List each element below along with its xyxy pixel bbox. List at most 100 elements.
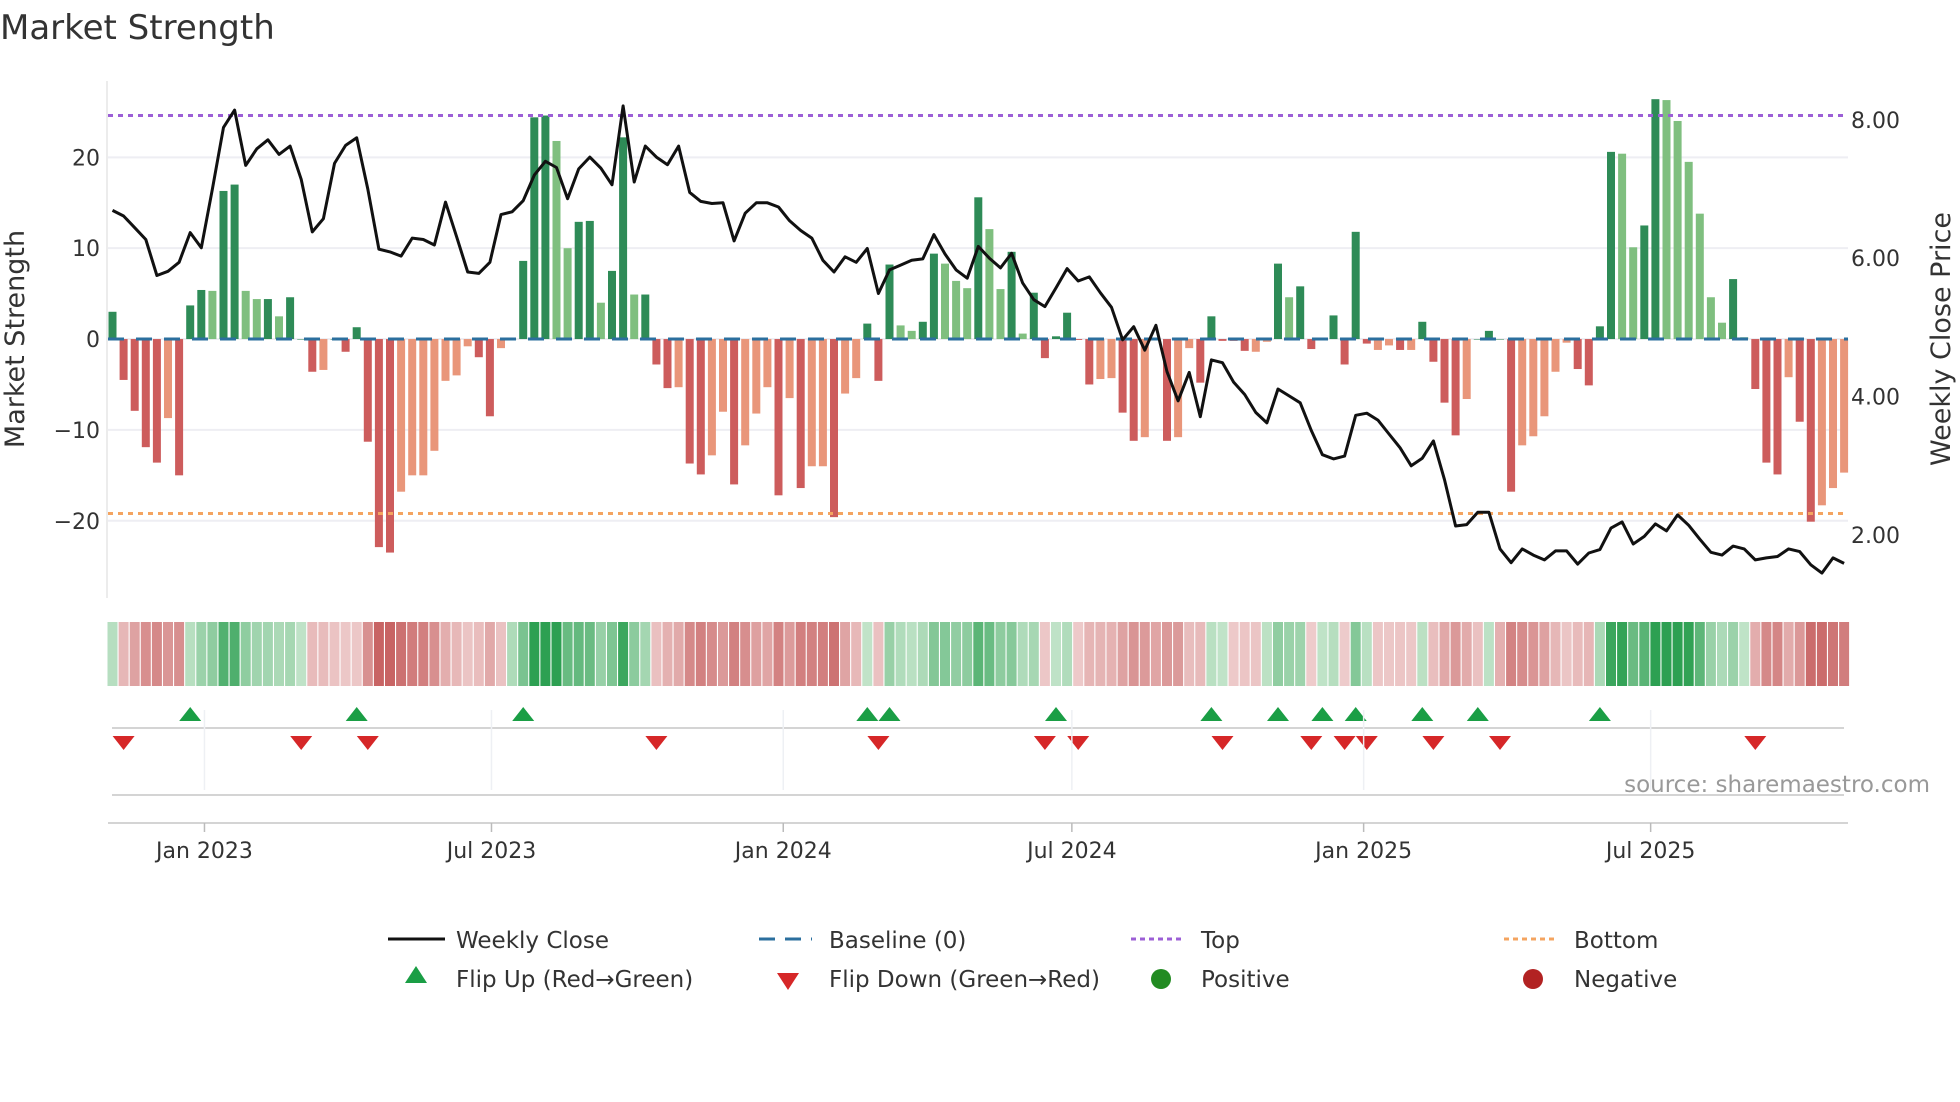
x-tick-label: Jan 2025	[1313, 839, 1412, 864]
strip-cell	[1295, 622, 1306, 686]
strength-bar	[1385, 339, 1393, 346]
y2-tick-label: 4.00	[1851, 386, 1900, 411]
strip-cell	[1506, 622, 1517, 686]
strength-bar	[1584, 339, 1593, 386]
strength-bar	[275, 316, 283, 340]
strip-cell	[673, 622, 684, 686]
strength-bar	[541, 115, 550, 340]
strip-cell	[1550, 622, 1561, 686]
strip-cell	[1606, 622, 1616, 686]
strip-cell	[1495, 622, 1505, 686]
strength-bar	[108, 311, 117, 340]
strip-cell	[318, 622, 329, 686]
strip-cell	[1683, 622, 1694, 686]
y-tick-label: 20	[72, 146, 100, 171]
strength-bar	[1396, 339, 1405, 350]
strip-cell	[1561, 622, 1572, 686]
strength-bar	[1040, 339, 1049, 359]
strength-bar	[463, 339, 472, 347]
strip-cell	[185, 622, 196, 686]
strip-cell	[440, 622, 451, 686]
legend-label: Top	[1200, 928, 1240, 954]
strength-bar	[485, 339, 494, 417]
flip-down-marker-icon	[1333, 736, 1356, 750]
strength-bar	[197, 289, 206, 340]
strength-bar	[1429, 339, 1438, 362]
strength-bar	[863, 323, 872, 340]
strip-cell	[518, 622, 529, 686]
strip-cell	[1783, 622, 1794, 686]
strength-bar	[530, 117, 539, 340]
strip-cell	[218, 622, 229, 686]
strip-cell	[1184, 622, 1195, 686]
flip-down-marker-icon	[290, 736, 313, 750]
strength-bar	[1673, 120, 1682, 340]
strip-cell	[695, 622, 706, 686]
strip-cell	[917, 622, 928, 686]
strip-cell	[806, 622, 817, 686]
flip-down-marker-icon	[356, 736, 379, 750]
strength-bar	[419, 339, 428, 476]
strength-bar	[1795, 339, 1804, 422]
strip-cell	[462, 622, 473, 686]
strip-cell	[1073, 622, 1084, 686]
flip-up-marker-icon	[1311, 707, 1334, 721]
strength-bar	[1107, 339, 1116, 379]
strip-cell	[1317, 622, 1328, 686]
strip-cell	[1195, 622, 1206, 686]
strip-cell	[662, 622, 673, 686]
strength-bar	[1817, 339, 1826, 506]
strength-bar	[1274, 263, 1282, 340]
strength-bar	[263, 299, 272, 340]
strength-bar	[652, 339, 661, 365]
strip-cell	[1228, 622, 1239, 686]
y2-tick-label: 8.00	[1851, 109, 1900, 134]
strength-bar	[474, 339, 483, 358]
strip-cell	[751, 622, 762, 686]
strength-bar	[796, 339, 805, 489]
strip-cell	[1062, 622, 1073, 686]
strength-bars	[108, 99, 1849, 553]
strength-bar	[1684, 161, 1693, 340]
strip-cell	[1772, 622, 1783, 686]
strip-cell	[684, 622, 695, 686]
strip-cell	[584, 622, 595, 686]
strength-bar	[1751, 339, 1760, 390]
strip-cell	[706, 622, 717, 686]
strength-bar	[619, 137, 628, 340]
strength-bar	[663, 339, 672, 389]
strip-cell	[928, 622, 939, 686]
strength-bar	[1052, 336, 1060, 340]
legend: Weekly Close Baseline (0) Top Bottom Fli…	[388, 928, 1677, 993]
strength-bar	[1773, 339, 1782, 475]
strip-cell	[1372, 622, 1383, 686]
strip-cell	[251, 622, 262, 686]
strip-cell	[285, 622, 296, 686]
strength-bar	[352, 327, 361, 340]
strip-cell	[351, 622, 362, 686]
strip-cell	[562, 622, 573, 686]
strength-bar	[1085, 339, 1094, 385]
strength-bar	[1595, 326, 1604, 340]
flip-up-marker-icon	[1466, 707, 1489, 721]
strip-cell	[540, 622, 551, 686]
y-tick-label: −10	[54, 419, 100, 444]
strip-cell	[1816, 622, 1827, 686]
flip-down-marker-icon	[1033, 736, 1056, 750]
strength-bar	[252, 299, 261, 340]
strength-bar	[774, 339, 783, 496]
triangle-up-icon	[405, 966, 427, 983]
negative-dot-icon	[1523, 969, 1543, 989]
strength-heat-strip	[107, 622, 1850, 686]
strip-cell	[174, 622, 185, 686]
strip-cell	[1483, 622, 1494, 686]
strip-cell	[1261, 622, 1272, 686]
strip-cell	[451, 622, 462, 686]
strength-bar	[563, 248, 572, 340]
flip-down-marker-icon	[1211, 736, 1234, 750]
strip-cell	[607, 622, 617, 686]
strength-bar	[519, 260, 528, 340]
strip-cell	[1173, 622, 1184, 686]
strength-bar	[408, 339, 417, 476]
strip-cell	[817, 622, 828, 686]
